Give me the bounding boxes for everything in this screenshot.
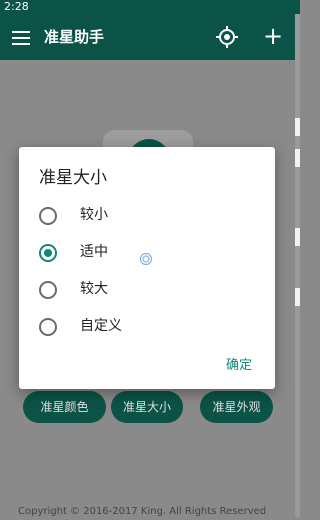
app-toolbar: 准星助手 + — [0, 14, 295, 60]
option-label: 较小 — [80, 207, 108, 223]
ok-button[interactable]: 确定 — [219, 352, 259, 380]
radio-button[interactable] — [39, 318, 57, 336]
app-title: 准星助手 — [44, 28, 105, 46]
crosshair-color-button[interactable]: 准星颜色 — [23, 391, 106, 423]
crosshair-target-icon[interactable] — [216, 26, 238, 48]
strip-mark — [295, 118, 300, 136]
strip-mark — [295, 288, 300, 306]
radio-button-checked[interactable] — [39, 244, 57, 262]
strip-mark — [295, 228, 300, 246]
option-large[interactable]: 较大 — [19, 271, 275, 307]
side-strip — [295, 14, 300, 517]
loading-spinner-icon — [139, 252, 153, 266]
option-custom[interactable]: 自定义 — [19, 308, 275, 344]
radio-button[interactable] — [39, 207, 57, 225]
option-label: 较大 — [80, 281, 108, 297]
strip-mark — [295, 149, 300, 167]
crosshair-style-button[interactable]: 准星外观 — [200, 391, 273, 423]
crosshair-size-button[interactable]: 准星大小 — [111, 391, 183, 423]
status-bar: 2:28 — [0, 0, 300, 14]
copyright-text: Copyright © 2016-2017 King. All Rights R… — [18, 506, 267, 517]
dialog-title: 准星大小 — [39, 168, 107, 188]
plus-icon[interactable]: + — [262, 24, 284, 48]
status-time: 2:28 — [4, 0, 29, 13]
option-label: 适中 — [80, 244, 108, 260]
option-label: 自定义 — [80, 318, 122, 334]
hamburger-menu-icon[interactable] — [12, 31, 30, 45]
size-dialog: 准星大小 较小 适中 较大 自定义 确定 — [19, 147, 275, 389]
radio-button[interactable] — [39, 281, 57, 299]
option-small[interactable]: 较小 — [19, 197, 275, 233]
